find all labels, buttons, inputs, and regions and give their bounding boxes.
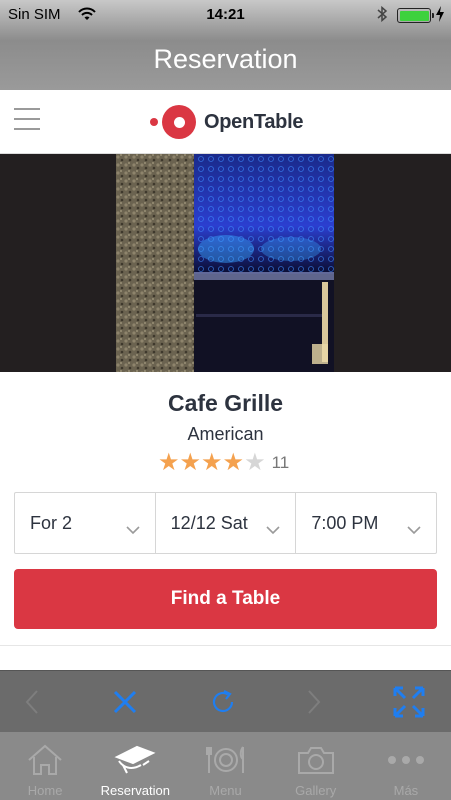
reload-icon[interactable] xyxy=(203,683,243,721)
tab-label: Menu xyxy=(209,783,242,798)
opentable-logo[interactable]: OpenTable xyxy=(150,104,303,140)
more-dots-icon xyxy=(361,740,451,780)
date-value: 12/12 Sat xyxy=(170,513,248,533)
hamburger-menu-icon[interactable] xyxy=(14,108,40,132)
section-divider xyxy=(0,645,451,670)
brand-name: OpenTable xyxy=(204,110,304,133)
battery-icon xyxy=(397,8,434,23)
party-size-value: For 2 xyxy=(30,513,73,533)
star-filled-icon: ★ xyxy=(222,449,245,476)
menu-plate-icon xyxy=(180,740,270,780)
time-value: 7:00 PM xyxy=(311,513,379,533)
rating-stars: ★★★★★ xyxy=(158,451,266,475)
home-icon xyxy=(0,740,90,780)
star-filled-icon: ★ xyxy=(179,449,202,476)
star-filled-icon: ★ xyxy=(158,449,180,476)
camera-icon xyxy=(271,740,361,780)
tab-more[interactable]: Más xyxy=(361,732,451,800)
close-x-icon[interactable] xyxy=(105,683,145,721)
fullscreen-icon[interactable] xyxy=(389,683,429,721)
tab-bar: Home Reservation Menu Gallery Más xyxy=(0,732,451,800)
restaurant-cuisine: American xyxy=(187,424,264,444)
date-select[interactable]: 12/12 Sat xyxy=(156,493,297,553)
tab-gallery[interactable]: Gallery xyxy=(271,732,361,800)
site-header: OpenTable xyxy=(0,90,451,154)
restaurant-photo xyxy=(116,154,334,372)
reservation-icon xyxy=(90,740,180,780)
status-bar: Sin SIM 14:21 xyxy=(0,0,451,30)
tab-label: Reservation xyxy=(100,783,170,798)
tab-label: Home xyxy=(27,783,63,798)
tab-home[interactable]: Home xyxy=(0,732,90,800)
page-title: Reservation xyxy=(153,44,298,74)
tab-label: Más xyxy=(393,783,419,798)
tab-menu[interactable]: Menu xyxy=(180,732,270,800)
charging-icon xyxy=(435,5,445,27)
restaurant-photo-banner xyxy=(0,154,451,372)
browser-toolbar xyxy=(0,670,451,732)
booking-selectors: For 2 12/12 Sat 7:00 PM xyxy=(14,492,437,554)
forward-arrow-icon[interactable] xyxy=(294,683,334,721)
top-header: Sin SIM 14:21 Reservation xyxy=(0,0,451,90)
party-size-select[interactable]: For 2 xyxy=(15,493,156,553)
review-count: 11 xyxy=(271,453,290,472)
time-select[interactable]: 7:00 PM xyxy=(296,493,436,553)
chevron-down-icon xyxy=(407,519,421,540)
bluetooth-icon xyxy=(376,5,388,27)
back-arrow-icon[interactable] xyxy=(12,683,52,721)
star-rating: ★★★★★ 11 xyxy=(158,451,289,475)
find-table-button[interactable]: Find a Table xyxy=(14,569,437,629)
tab-reservation[interactable]: Reservation xyxy=(90,732,180,800)
chevron-down-icon xyxy=(126,519,140,540)
chevron-down-icon xyxy=(266,519,280,540)
tab-label: Gallery xyxy=(295,783,337,798)
star-empty-icon: ★ xyxy=(244,449,266,476)
star-filled-icon: ★ xyxy=(201,449,223,476)
restaurant-name: Cafe Grille xyxy=(167,390,284,416)
